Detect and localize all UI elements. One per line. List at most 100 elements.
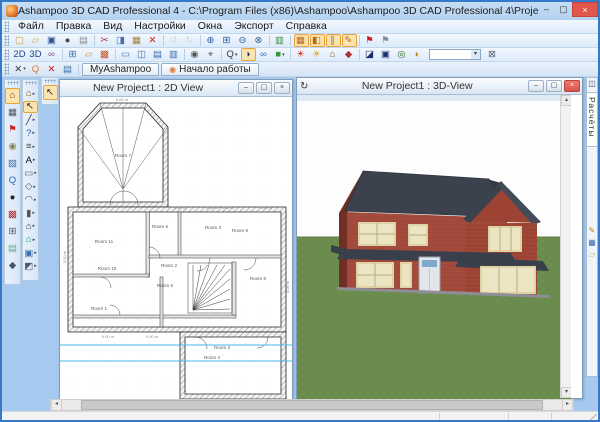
open-project-view-button[interactable]: ▱ bbox=[82, 48, 97, 61]
building2-tool-button[interactable]: ⌂▸ bbox=[23, 220, 38, 233]
cascade-windows-button[interactable]: ◫ bbox=[135, 48, 150, 61]
selection-mode-button[interactable]: ◧ bbox=[310, 34, 325, 47]
globe-button[interactable]: ◎ bbox=[395, 48, 410, 61]
lock-project-button[interactable]: ⊠ bbox=[485, 48, 500, 61]
day-night-button[interactable]: ◑ bbox=[241, 48, 256, 61]
wall-tool-button[interactable]: ▭▸ bbox=[23, 167, 38, 180]
scroll-right-icon[interactable]: ▸ bbox=[562, 399, 573, 411]
edit-calc-button[interactable]: ✎ bbox=[587, 225, 598, 237]
query-tool-button[interactable]: ?▸ bbox=[23, 127, 38, 140]
select-tool-button[interactable]: ↖ bbox=[23, 101, 38, 114]
menu-windows[interactable]: Окна bbox=[192, 20, 228, 33]
paste-button[interactable]: ▦ bbox=[130, 34, 145, 47]
zoom-in-button[interactable]: ⊕ bbox=[204, 34, 219, 47]
mosaic-view-button[interactable]: ▩ bbox=[98, 48, 113, 61]
flag-red-button[interactable]: ⚑ bbox=[363, 34, 378, 47]
link-views-button[interactable]: ∞ bbox=[257, 48, 272, 61]
copy-button[interactable]: ◨ bbox=[114, 34, 129, 47]
col1-grip[interactable] bbox=[7, 81, 19, 85]
menu-file[interactable]: Файл bbox=[12, 20, 50, 33]
toolbar2-grip[interactable] bbox=[4, 49, 9, 59]
3d-maximize-button[interactable]: ▢ bbox=[546, 80, 562, 92]
scroll-down-icon[interactable]: ▾ bbox=[561, 387, 571, 398]
split-view-button[interactable]: ∥ bbox=[326, 34, 341, 47]
scroll-left-icon[interactable]: ◂ bbox=[51, 399, 62, 411]
window-2d-titlebar[interactable]: New Project1 : 2D View – ▢ × bbox=[60, 80, 292, 97]
2d-maximize-button[interactable]: ▢ bbox=[256, 82, 272, 94]
guide-lines[interactable] bbox=[60, 345, 292, 361]
calc-folder-button[interactable]: ▱ bbox=[587, 249, 598, 261]
2d-close-button[interactable]: × bbox=[274, 82, 290, 94]
menubar-grip[interactable] bbox=[4, 21, 9, 31]
persons-button[interactable]: ◉ bbox=[5, 139, 20, 155]
dimension-table-button[interactable]: ⊞ bbox=[5, 224, 20, 240]
close-button[interactable]: × bbox=[572, 2, 598, 17]
view-2d-button[interactable]: 2D bbox=[13, 48, 28, 61]
menu-export[interactable]: Экспорт bbox=[228, 20, 279, 33]
redo-button[interactable]: ↻ bbox=[183, 34, 198, 47]
tab-getting-started[interactable]: ◉ Начало работы bbox=[161, 63, 259, 76]
project-flag-button[interactable]: ⚑ bbox=[5, 122, 20, 138]
walkthrough-button[interactable]: ⌖ bbox=[204, 48, 219, 61]
minimize-button[interactable]: – bbox=[538, 2, 555, 17]
undo-button[interactable]: ↺ bbox=[167, 34, 182, 47]
cut-button[interactable]: ✂ bbox=[98, 34, 113, 47]
refresh-view-button[interactable]: ▥ bbox=[273, 34, 288, 47]
col3-grip[interactable] bbox=[44, 79, 57, 83]
sun-position-button[interactable]: ☀ bbox=[294, 48, 309, 61]
new-plan-view-button[interactable]: ⊞ bbox=[66, 48, 81, 61]
column-tool-button[interactable]: ▮▸ bbox=[23, 207, 38, 220]
tools-menu-button[interactable]: ✕▾ bbox=[13, 63, 28, 76]
material-editor-button[interactable]: ◆ bbox=[342, 48, 357, 61]
measure-tool-button[interactable]: ✎ bbox=[342, 34, 357, 47]
snapshot-button[interactable]: ◉ bbox=[188, 48, 203, 61]
tile-vertical-button[interactable]: ▥ bbox=[167, 48, 182, 61]
flag-gray-button[interactable]: ⚑ bbox=[379, 34, 394, 47]
combo-caret-icon[interactable]: ▾ bbox=[471, 50, 480, 59]
window-3d-titlebar[interactable]: ↻ New Project1 : 3D-View – ▢ × bbox=[297, 78, 582, 95]
new-file-button[interactable]: ▢ bbox=[13, 34, 28, 47]
line-tool-button[interactable]: ╱▸ bbox=[23, 114, 38, 127]
lighting-button[interactable]: ☀ bbox=[310, 48, 325, 61]
toolbar1-grip[interactable] bbox=[4, 35, 9, 45]
floor-plan-canvas[interactable]: Room 7Room 11Room 6Room 3Room 9Room 10Ro… bbox=[60, 97, 292, 399]
panel-window-button[interactable]: ◫ bbox=[587, 78, 598, 90]
shield-button[interactable]: ◆ bbox=[5, 258, 20, 274]
visualization-settings-button[interactable]: Q▾ bbox=[225, 48, 240, 61]
search-blue-button[interactable]: Q bbox=[5, 173, 20, 189]
save-button[interactable]: ▣ bbox=[45, 34, 60, 47]
stereo-view-button[interactable]: ∞ bbox=[45, 48, 60, 61]
menu-view[interactable]: Вид bbox=[97, 20, 128, 33]
horizontal-scroll-thumb[interactable] bbox=[81, 400, 543, 410]
workspace-horizontal-scrollbar[interactable]: ◂ ▸ bbox=[50, 399, 574, 411]
photo-view-button[interactable]: ⌂ bbox=[326, 48, 341, 61]
3d-close-button[interactable]: × bbox=[564, 80, 580, 92]
circle-tool-button[interactable]: ● bbox=[5, 190, 20, 206]
tab-calculations[interactable]: Расчёты bbox=[586, 92, 598, 147]
menu-settings[interactable]: Настройки bbox=[128, 20, 192, 33]
resize-grip[interactable] bbox=[590, 414, 597, 420]
blueprint-mode-button[interactable]: ◪ bbox=[363, 48, 378, 61]
image-gallery-button[interactable]: ▤ bbox=[61, 63, 76, 76]
new-window-button[interactable]: ▭ bbox=[119, 48, 134, 61]
materials-red-button[interactable]: ▩ bbox=[5, 207, 20, 223]
building-tool-button[interactable]: ⌂▸ bbox=[23, 87, 38, 100]
preview-button[interactable]: ▤ bbox=[5, 241, 20, 257]
delete-button[interactable]: ✕ bbox=[146, 34, 161, 47]
select-pointer-button[interactable]: ↖ bbox=[43, 85, 58, 100]
render-3d-canvas[interactable]: ▴ ▾ bbox=[297, 95, 571, 399]
project-home-button[interactable]: ⌂ bbox=[5, 88, 20, 104]
2d-minimize-button[interactable]: – bbox=[238, 82, 254, 94]
stairs-tool-button[interactable]: ≡▸ bbox=[23, 141, 38, 154]
background-color-button[interactable]: ■▾ bbox=[273, 48, 288, 61]
zoom-reset-button[interactable]: ⊗ bbox=[252, 34, 267, 47]
project-table-button[interactable]: ▦ bbox=[5, 105, 20, 121]
grid-toggle-button[interactable]: ▦ bbox=[294, 34, 309, 47]
zoom-window-button[interactable]: ⊞ bbox=[220, 34, 235, 47]
col2-grip[interactable] bbox=[25, 81, 37, 85]
image-tool-button[interactable]: ▣▸ bbox=[23, 247, 38, 260]
scroll-up-icon[interactable]: ▴ bbox=[561, 95, 571, 106]
menu-help[interactable]: Справка bbox=[280, 20, 333, 33]
gallery-button[interactable]: ▨ bbox=[5, 156, 20, 172]
time-of-day-button[interactable]: ◐ bbox=[411, 48, 426, 61]
